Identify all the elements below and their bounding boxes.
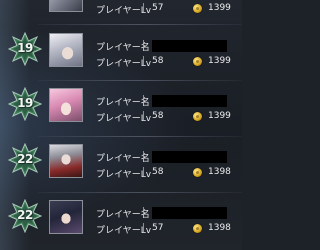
player-avatar [49,88,83,122]
separator: | [142,167,146,177]
player-avatar [49,0,83,12]
rank-number: 19 [17,96,33,110]
separator: | [142,3,146,13]
player-level-value: 57 [152,3,164,13]
row-divider [38,24,242,25]
player-name-redacted [152,95,227,107]
score-value: 1399 [208,111,231,121]
rank-badge: 19 [8,32,42,66]
player-level-value: 58 [152,111,164,121]
rank-badge: 22 [8,199,42,233]
separator: | [142,40,146,50]
player-level-value: 58 [152,167,164,177]
score-value: 1398 [208,223,231,233]
rank-badge: 19 [8,87,42,121]
separator: | [142,111,146,121]
coin-icon [193,168,202,177]
coin-icon [193,4,202,13]
separator: | [142,151,146,161]
player-level-value: 58 [152,56,164,66]
row-divider [38,192,242,193]
player-avatar [49,200,83,234]
player-avatar [49,33,83,67]
player-name-redacted [152,151,227,163]
row-divider [38,80,242,81]
separator: | [142,207,146,217]
score-value: 1399 [208,3,231,13]
coin-icon [193,57,202,66]
rank-number: 19 [17,41,33,55]
separator: | [142,56,146,66]
rank-number: 22 [17,152,33,166]
rank-badge: 22 [8,143,42,177]
score-value: 1398 [208,167,231,177]
row-divider [38,136,242,137]
score-value: 1399 [208,56,231,66]
player-avatar [49,144,83,178]
player-name-redacted [152,40,227,52]
rank-number: 22 [17,208,33,222]
separator: | [142,223,146,233]
coin-icon [193,112,202,121]
player-name-redacted [152,207,227,219]
player-level-value: 57 [152,223,164,233]
separator: | [142,95,146,105]
coin-icon [193,224,202,233]
